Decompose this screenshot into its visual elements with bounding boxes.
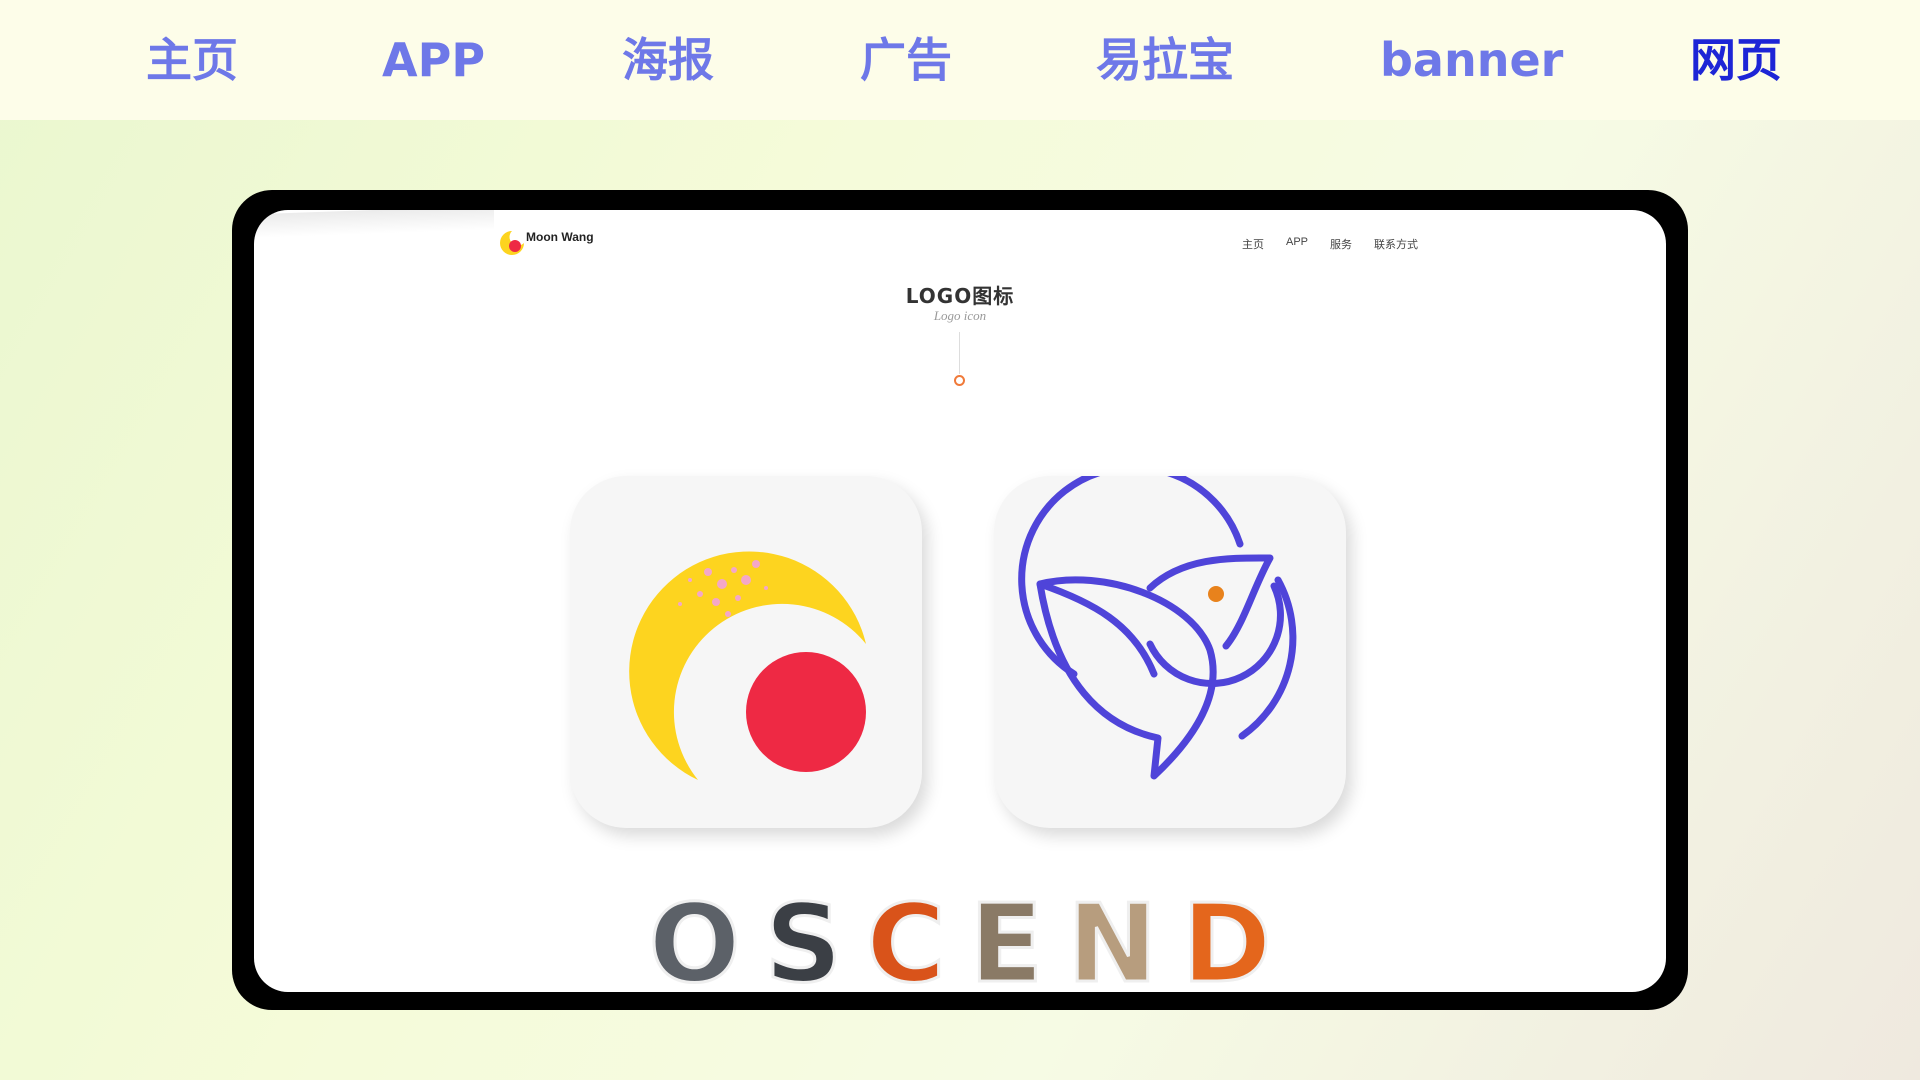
screen-glare [254,210,494,239]
section-divider-dot [954,375,965,386]
wordmark-letter: E [968,882,1045,992]
wordmark-letter: N [1066,882,1159,992]
logo-card-moon[interactable] [570,476,922,828]
site-nav-home[interactable]: 主页 [1242,236,1264,252]
nav-item-web[interactable]: 网页 [1690,26,1782,94]
nav-item-banner[interactable]: banner [1380,26,1563,94]
site-nav-app[interactable]: APP [1286,236,1308,248]
wordmark-letter: S [763,882,844,992]
nav-item-poster[interactable]: 海报 [622,26,714,94]
top-nav: 主页 APP 海报 广告 易拉宝 banner 网页 [0,0,1920,120]
site-nav-services[interactable]: 服务 [1330,236,1352,252]
logo-card-bird[interactable] [994,476,1346,828]
oscend-wordmark: OSCEND [254,882,1666,992]
nav-item-app[interactable]: APP [382,26,485,94]
section-subtitle: Logo icon [933,308,987,323]
wordmark-letter: D [1180,882,1273,992]
tablet-screen: Moon Wang 主页 APP 服务 联系方式 LOGO图标 Logo ico… [254,210,1666,992]
moon-wang-logo-icon[interactable] [494,225,530,261]
bird-logo-icon [1018,476,1297,780]
wordmark-letter: O [647,882,742,992]
nav-item-home[interactable]: 主页 [146,26,238,94]
moon-logo-icon [629,551,866,780]
section-divider-line [959,332,960,374]
tablet-frame: Moon Wang 主页 APP 服务 联系方式 LOGO图标 Logo ico… [232,190,1688,1010]
section-title: LOGO图标 [905,284,1015,308]
nav-item-rollup[interactable]: 易拉宝 [1096,26,1234,94]
wordmark-letter: C [865,882,947,992]
nav-item-ad[interactable]: 广告 [860,26,952,94]
site-nav-contact[interactable]: 联系方式 [1374,236,1418,252]
site-brand-name[interactable]: Moon Wang [526,230,594,244]
